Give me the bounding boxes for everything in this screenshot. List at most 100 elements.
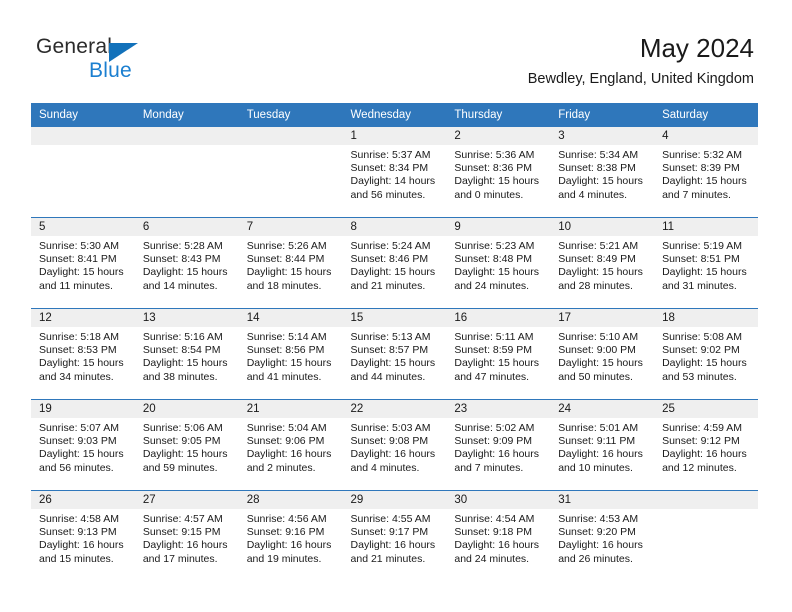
calendar-day-cell[interactable]: 16 Sunrise: 5:11 AM Sunset: 8:59 PM Dayligh… <box>446 308 551 400</box>
sunset-time: Sunset: 9:18 PM <box>454 526 533 539</box>
calendar-day-cell[interactable]: 25 Sunrise: 4:59 AM Sunset: 9:12 PM Dayligh… <box>654 399 758 491</box>
day-number: 2 <box>446 127 551 145</box>
page-header: General Blue May 2024 Bewdley, England, … <box>0 0 792 100</box>
sunset-time: Sunset: 9:15 PM <box>142 526 221 539</box>
daylight-duration-line1: Daylight: 15 hours <box>662 357 747 370</box>
day-cell-content: 19 Sunrise: 5:07 AM Sunset: 9:03 PM Dayligh… <box>31 400 135 490</box>
calendar-day-cell[interactable]: 2 Sunrise: 5:36 AM Sunset: 8:36 PM Daylight… <box>446 127 551 218</box>
day-sun-info: Sunrise: 4:55 AM Sunset: 9:17 PM Daylight:… <box>343 509 447 566</box>
daylight-duration-line1: Daylight: 15 hours <box>558 175 643 188</box>
day-cell-content: 31 Sunrise: 4:53 AM Sunset: 9:20 PM Dayligh… <box>550 491 655 581</box>
daylight-duration-line2: and 53 minutes. <box>662 370 737 383</box>
sunset-time: Sunset: 8:38 PM <box>558 162 636 175</box>
calendar-day-cell[interactable]: 6 Sunrise: 5:28 AM Sunset: 8:43 PM Daylight… <box>134 217 239 309</box>
sunrise-time: Sunrise: 5:36 AM <box>454 149 535 161</box>
sunset-time: Sunset: 8:57 PM <box>350 344 429 357</box>
daylight-duration-line1: Daylight: 16 hours <box>558 539 643 552</box>
logo-text-general: General <box>36 35 113 58</box>
calendar-day-cell[interactable]: 3 Sunrise: 5:34 AM Sunset: 8:38 PM Daylight… <box>550 127 655 218</box>
calendar-day-cell[interactable]: 1 Sunrise: 5:37 AM Sunset: 8:34 PM Daylight… <box>342 127 447 218</box>
day-number: 26 <box>31 491 135 509</box>
calendar-day-cell[interactable]: 22 Sunrise: 5:03 AM Sunset: 9:08 PM Dayligh… <box>342 399 447 491</box>
calendar-day-cell[interactable]: 24 Sunrise: 5:01 AM Sunset: 9:11 PM Dayligh… <box>550 399 655 491</box>
day-sun-info: Sunrise: 5:13 AM Sunset: 8:57 PM Daylight:… <box>343 327 447 384</box>
calendar-day-cell[interactable]: 5 Sunrise: 5:30 AM Sunset: 8:41 PM Daylight… <box>31 217 135 309</box>
calendar-day-cell[interactable]: 4 Sunrise: 5:32 AM Sunset: 8:39 PM Daylight… <box>654 127 758 218</box>
calendar-day-cell[interactable]: 13 Sunrise: 5:16 AM Sunset: 8:54 PM Dayligh… <box>134 308 239 400</box>
sunrise-time: Sunrise: 5:30 AM <box>39 240 119 252</box>
calendar-day-cell-empty <box>134 127 239 218</box>
weekday-header-thursday: Thursday <box>446 103 551 127</box>
sunrise-time: Sunrise: 5:06 AM <box>142 422 223 434</box>
calendar-day-cell[interactable]: 9 Sunrise: 5:23 AM Sunset: 8:48 PM Daylight… <box>446 217 551 309</box>
daylight-duration-line2: and 4 minutes. <box>350 461 420 474</box>
day-sun-info: Sunrise: 4:56 AM Sunset: 9:16 PM Daylight:… <box>239 509 343 566</box>
calendar-day-cell[interactable]: 10 Sunrise: 5:21 AM Sunset: 8:49 PM Dayligh… <box>550 217 655 309</box>
calendar-day-cell[interactable]: 8 Sunrise: 5:24 AM Sunset: 8:46 PM Daylight… <box>342 217 447 309</box>
calendar-day-cell-empty <box>31 127 135 218</box>
daylight-duration-line2: and 21 minutes. <box>350 552 426 565</box>
weekday-header-sunday: Sunday <box>31 103 135 127</box>
day-cell-content: 21 Sunrise: 5:04 AM Sunset: 9:06 PM Dayligh… <box>238 400 343 490</box>
sunrise-time: Sunrise: 4:56 AM <box>246 513 327 525</box>
day-sun-info: Sunrise: 4:53 AM Sunset: 9:20 PM Daylight:… <box>550 509 654 566</box>
day-number: 27 <box>134 491 239 509</box>
day-cell-content: 16 Sunrise: 5:11 AM Sunset: 8:59 PM Dayligh… <box>446 309 551 399</box>
sunset-time: Sunset: 8:53 PM <box>39 344 117 357</box>
daylight-duration-line2: and 17 minutes. <box>142 552 218 565</box>
daylight-duration-line2: and 7 minutes. <box>454 461 524 474</box>
day-cell-content: 9 Sunrise: 5:23 AM Sunset: 8:48 PM Daylight… <box>446 218 551 308</box>
day-number: 10 <box>550 218 655 236</box>
calendar-day-cell[interactable]: 23 Sunrise: 5:02 AM Sunset: 9:09 PM Dayligh… <box>446 399 551 491</box>
day-sun-info <box>31 145 135 149</box>
day-sun-info: Sunrise: 5:04 AM Sunset: 9:06 PM Daylight:… <box>239 418 343 475</box>
day-cell-content: 24 Sunrise: 5:01 AM Sunset: 9:11 PM Dayligh… <box>550 400 655 490</box>
calendar-day-cell[interactable]: 21 Sunrise: 5:04 AM Sunset: 9:06 PM Dayligh… <box>238 399 343 491</box>
sunrise-time: Sunrise: 5:03 AM <box>350 422 431 434</box>
daylight-duration-line1: Daylight: 15 hours <box>350 266 436 279</box>
day-sun-info: Sunrise: 5:01 AM Sunset: 9:11 PM Daylight:… <box>550 418 654 475</box>
sunset-time: Sunset: 8:56 PM <box>246 344 325 357</box>
day-number: 18 <box>654 309 758 327</box>
sunset-time: Sunset: 8:49 PM <box>558 253 636 266</box>
title-block: May 2024 Bewdley, England, United Kingdo… <box>528 32 754 88</box>
general-blue-logo[interactable]: General Blue <box>36 36 216 84</box>
calendar-day-cell[interactable]: 15 Sunrise: 5:13 AM Sunset: 8:57 PM Dayligh… <box>342 308 447 400</box>
sunset-time: Sunset: 8:44 PM <box>246 253 325 266</box>
calendar-day-cell[interactable]: 7 Sunrise: 5:26 AM Sunset: 8:44 PM Daylight… <box>238 217 343 309</box>
daylight-duration-line2: and 38 minutes. <box>142 370 218 383</box>
sunset-time: Sunset: 8:48 PM <box>454 253 533 266</box>
calendar-day-cell[interactable]: 28 Sunrise: 4:56 AM Sunset: 9:16 PM Dayligh… <box>238 490 343 581</box>
day-number <box>134 127 239 145</box>
day-cell-content: 11 Sunrise: 5:19 AM Sunset: 8:51 PM Dayligh… <box>654 218 758 308</box>
day-cell-content: 6 Sunrise: 5:28 AM Sunset: 8:43 PM Daylight… <box>134 218 239 308</box>
calendar-day-cell[interactable]: 27 Sunrise: 4:57 AM Sunset: 9:15 PM Dayligh… <box>134 490 239 581</box>
sunset-time: Sunset: 9:00 PM <box>558 344 636 357</box>
calendar-day-cell[interactable]: 14 Sunrise: 5:14 AM Sunset: 8:56 PM Dayligh… <box>238 308 343 400</box>
calendar-day-cell[interactable]: 12 Sunrise: 5:18 AM Sunset: 8:53 PM Dayligh… <box>31 308 135 400</box>
daylight-duration-line1: Daylight: 15 hours <box>558 357 643 370</box>
daylight-duration-line1: Daylight: 16 hours <box>350 448 436 461</box>
calendar-day-cell[interactable]: 20 Sunrise: 5:06 AM Sunset: 9:05 PM Dayligh… <box>134 399 239 491</box>
daylight-duration-line1: Daylight: 15 hours <box>142 266 228 279</box>
day-cell-content: 4 Sunrise: 5:32 AM Sunset: 8:39 PM Daylight… <box>654 127 758 217</box>
sunrise-time: Sunrise: 5:19 AM <box>662 240 743 252</box>
day-number: 30 <box>446 491 551 509</box>
calendar-day-cell-empty <box>654 490 758 581</box>
day-sun-info: Sunrise: 4:57 AM Sunset: 9:15 PM Daylight:… <box>135 509 239 566</box>
calendar-day-cell[interactable]: 18 Sunrise: 5:08 AM Sunset: 9:02 PM Dayligh… <box>654 308 758 400</box>
calendar-day-cell[interactable]: 30 Sunrise: 4:54 AM Sunset: 9:18 PM Dayligh… <box>446 490 551 581</box>
sunset-time: Sunset: 9:02 PM <box>662 344 740 357</box>
day-cell-content: 30 Sunrise: 4:54 AM Sunset: 9:18 PM Dayligh… <box>446 491 551 581</box>
calendar-day-cell[interactable]: 11 Sunrise: 5:19 AM Sunset: 8:51 PM Dayligh… <box>654 217 758 309</box>
sunset-time: Sunset: 8:54 PM <box>142 344 221 357</box>
sunrise-time: Sunrise: 5:28 AM <box>142 240 223 252</box>
daylight-duration-line1: Daylight: 16 hours <box>558 448 643 461</box>
calendar-day-cell[interactable]: 31 Sunrise: 4:53 AM Sunset: 9:20 PM Dayligh… <box>550 490 655 581</box>
calendar-day-cell[interactable]: 29 Sunrise: 4:55 AM Sunset: 9:17 PM Dayligh… <box>342 490 447 581</box>
daylight-duration-line2: and 26 minutes. <box>558 552 633 565</box>
calendar-day-cell[interactable]: 19 Sunrise: 5:07 AM Sunset: 9:03 PM Dayligh… <box>31 399 135 491</box>
sunrise-time: Sunrise: 5:32 AM <box>662 149 743 161</box>
calendar-day-cell[interactable]: 17 Sunrise: 5:10 AM Sunset: 9:00 PM Dayligh… <box>550 308 655 400</box>
calendar-day-cell[interactable]: 26 Sunrise: 4:58 AM Sunset: 9:13 PM Dayligh… <box>31 490 135 581</box>
